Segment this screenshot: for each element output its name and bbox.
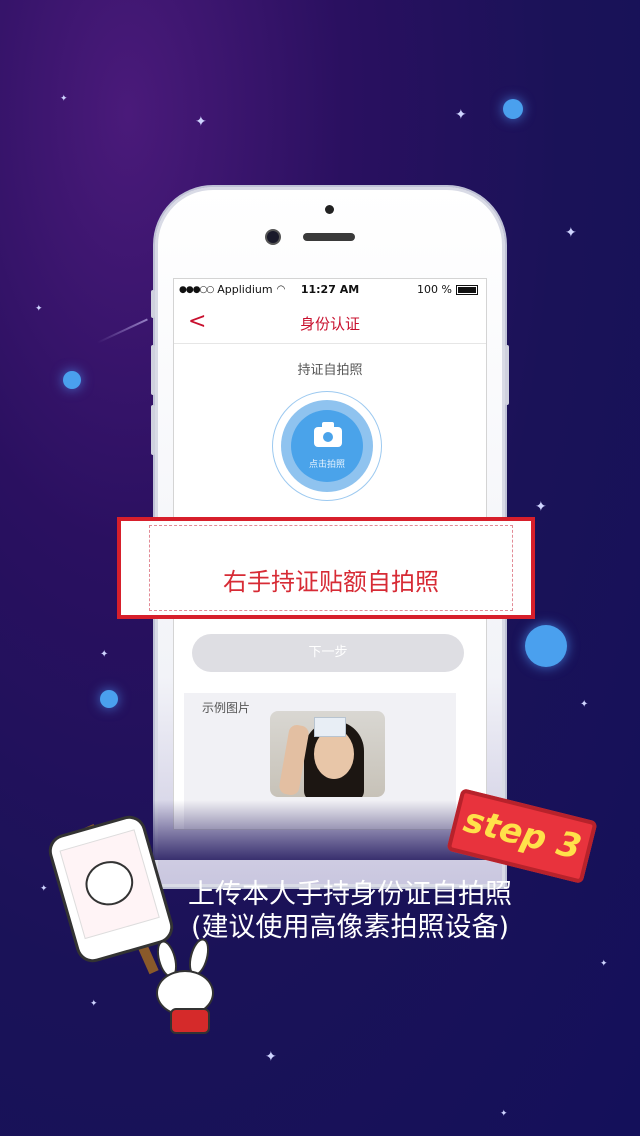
- next-step-button[interactable]: 下一步: [192, 634, 464, 672]
- front-camera-icon: [267, 231, 279, 243]
- capture-label: 点击拍照: [308, 460, 345, 470]
- star-icon: ✦: [60, 94, 68, 104]
- volume-button: [151, 345, 155, 395]
- example-photo: [270, 711, 385, 797]
- star-icon: ✦: [195, 114, 207, 130]
- callout-text: 右手持证贴额自拍照: [223, 568, 439, 596]
- id-card-image: [314, 717, 346, 737]
- example-title: 示例图片: [202, 701, 251, 715]
- star-icon: ✦: [600, 959, 608, 969]
- star-icon: ✦: [565, 225, 577, 241]
- shooting-star: [97, 318, 148, 344]
- star-icon: ✦: [40, 884, 48, 894]
- instruction-callout: 右手持证贴额自拍照: [117, 517, 535, 619]
- battery-icon: [456, 284, 478, 295]
- sensor-icon: [325, 205, 334, 214]
- section-title: 持证自拍照: [297, 363, 363, 378]
- volume-button: [151, 290, 155, 318]
- caption-line-2: (建议使用高像素拍照设备): [190, 912, 510, 943]
- callout-dashed-border: 右手持证贴额自拍照: [149, 525, 513, 611]
- star-icon: ✦: [535, 499, 547, 515]
- decorative-dot: [503, 99, 523, 119]
- battery-percent: 100 %: [417, 283, 452, 296]
- speaker-grille: [303, 233, 355, 241]
- star-icon: ✦: [580, 699, 589, 710]
- bunny-dress: [170, 1008, 210, 1034]
- volume-button: [151, 405, 155, 455]
- star-icon: ✦: [500, 1109, 508, 1119]
- decorative-dot: [63, 371, 81, 389]
- page-title: 身份认证: [299, 315, 360, 333]
- camera-icon: [314, 422, 342, 447]
- star-icon: ✦: [455, 107, 467, 123]
- power-button: [505, 345, 509, 405]
- star-icon: ✦: [100, 649, 109, 660]
- navigation-bar: < 身份认证: [174, 301, 486, 344]
- star-icon: ✦: [90, 999, 98, 1009]
- star-icon: ✦: [35, 304, 43, 314]
- status-bar: ●●●○○ Applidium ◠ 11:27 AM 100 %: [174, 279, 486, 299]
- decorative-dot: [100, 690, 118, 708]
- star-icon: ✦: [265, 1049, 277, 1065]
- decorative-dot: [525, 625, 567, 667]
- bunny-mascot: [150, 936, 214, 1034]
